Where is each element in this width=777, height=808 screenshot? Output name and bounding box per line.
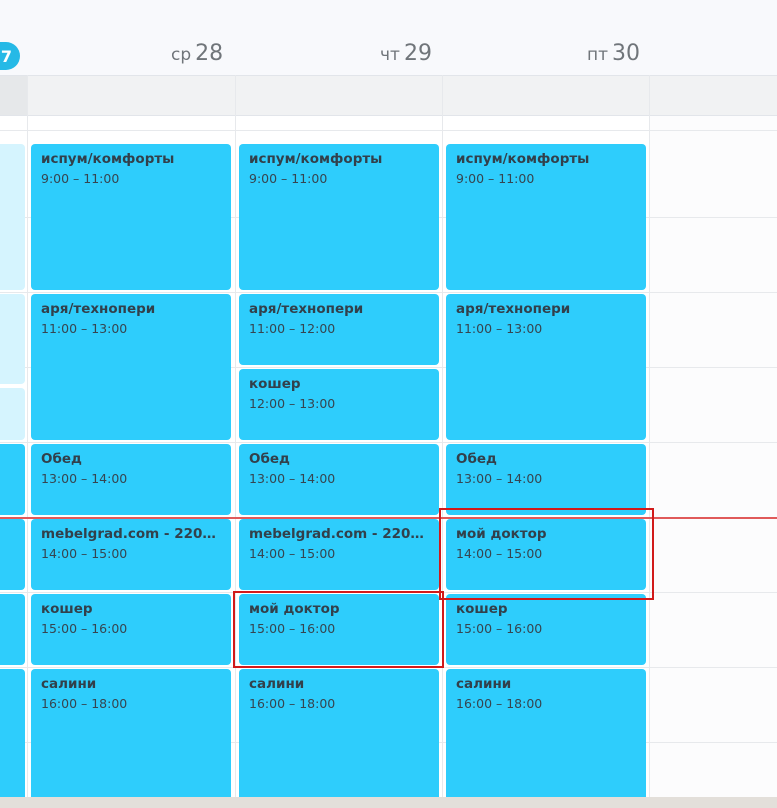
event-card[interactable]: испум/комфорты 9:00 – 11:00 — [239, 144, 439, 290]
event-time: 11:00 – 13:00 — [456, 321, 543, 336]
event-card-partial[interactable] — [0, 669, 25, 808]
grid-line — [0, 592, 777, 593]
event-card[interactable]: Обед 13:00 – 14:00 — [239, 444, 439, 515]
column-divider — [235, 75, 236, 808]
event-title: аря/технопери — [456, 301, 571, 317]
event-title: салини — [41, 676, 97, 692]
event-time: 15:00 – 16:00 — [249, 621, 336, 636]
event-title: испум/комфорты — [456, 151, 590, 167]
event-card-partial[interactable] — [0, 519, 25, 590]
event-card[interactable]: mebelgrad.com - 220527-4 14:00 – 15:00 — [239, 519, 439, 590]
event-card[interactable]: мой доктор 14:00 – 15:00 — [446, 519, 646, 590]
event-card[interactable]: испум/комфорты 9:00 – 11:00 — [31, 144, 231, 290]
event-time: 14:00 – 15:00 — [249, 546, 336, 561]
event-card-partial[interactable] — [0, 388, 25, 440]
current-time-indicator — [0, 517, 777, 519]
all-day-row[interactable] — [0, 76, 777, 116]
event-title: испум/комфорты — [249, 151, 383, 167]
event-card-partial[interactable] — [0, 294, 25, 384]
event-time: 14:00 – 15:00 — [456, 546, 543, 561]
event-card[interactable]: салини 16:00 – 18:00 — [31, 669, 231, 808]
event-time: 16:00 – 18:00 — [456, 696, 543, 711]
event-card[interactable]: кошер 12:00 – 13:00 — [239, 369, 439, 440]
event-card[interactable]: Обед 13:00 – 14:00 — [31, 444, 231, 515]
event-title: Обед — [249, 451, 290, 467]
event-card[interactable]: салини 16:00 – 18:00 — [446, 669, 646, 808]
grid-line — [0, 292, 777, 293]
bottom-edge-bar — [0, 797, 777, 808]
day-of-week-label: пт — [587, 45, 609, 65]
event-card[interactable]: салини 16:00 – 18:00 — [239, 669, 439, 808]
event-card-partial[interactable] — [0, 594, 25, 665]
event-time: 12:00 – 13:00 — [249, 396, 336, 411]
event-card[interactable]: кошер 15:00 – 16:00 — [31, 594, 231, 665]
event-title: аря/технопери — [41, 301, 156, 317]
event-time: 13:00 – 14:00 — [249, 471, 336, 486]
event-title: кошер — [456, 601, 508, 617]
day-number-label: 29 — [403, 41, 432, 66]
column-divider — [27, 75, 28, 808]
event-card-partial[interactable] — [0, 144, 25, 290]
event-time: 11:00 – 12:00 — [249, 321, 336, 336]
event-time: 15:00 – 16:00 — [41, 621, 128, 636]
day-number-label: 28 — [195, 41, 224, 66]
event-time: 13:00 – 14:00 — [41, 471, 128, 486]
event-time: 16:00 – 18:00 — [249, 696, 336, 711]
event-card[interactable]: испум/комфорты 9:00 – 11:00 — [446, 144, 646, 290]
grid-line — [0, 667, 777, 668]
event-title: мой доктор — [249, 601, 340, 617]
grid-line — [0, 130, 777, 131]
event-title: испум/комфорты — [41, 151, 175, 167]
column-divider — [442, 75, 443, 808]
event-time: 16:00 – 18:00 — [41, 696, 128, 711]
day-header-wed[interactable]: ср 28 — [171, 41, 224, 66]
event-card[interactable]: аря/технопери 11:00 – 13:00 — [31, 294, 231, 440]
calendar-week-view: 7 ср 28 чт 29 пт 30 испум/комфорты 9:00 … — [0, 0, 777, 808]
event-title: мой доктор — [456, 526, 547, 542]
day-of-week-label: чт — [380, 45, 400, 65]
event-title: mebelgrad.com - 220527-4 — [249, 526, 429, 542]
day-of-week-label: ср — [171, 45, 192, 65]
day-header-fri[interactable]: пт 30 — [587, 41, 641, 66]
event-title: Обед — [456, 451, 497, 467]
event-title: аря/технопери — [249, 301, 364, 317]
event-card[interactable]: мой доктор 15:00 – 16:00 — [239, 594, 439, 665]
day-header-thu[interactable]: чт 29 — [380, 41, 432, 66]
column-divider — [649, 75, 650, 808]
event-title: кошер — [249, 376, 301, 392]
event-card[interactable]: аря/технопери 11:00 – 13:00 — [446, 294, 646, 440]
today-date-badge[interactable]: 7 — [0, 42, 20, 70]
event-time: 9:00 – 11:00 — [41, 171, 120, 186]
event-title: кошер — [41, 601, 93, 617]
event-time: 14:00 – 15:00 — [41, 546, 128, 561]
event-time: 9:00 – 11:00 — [456, 171, 535, 186]
day-number-label: 30 — [612, 41, 641, 66]
event-time: 9:00 – 11:00 — [249, 171, 328, 186]
calendar-header: 7 ср 28 чт 29 пт 30 — [0, 0, 777, 76]
event-card[interactable]: mebelgrad.com - 220527-4 14:00 – 15:00 — [31, 519, 231, 590]
all-day-cell-prev[interactable] — [0, 76, 27, 115]
weekend-column[interactable] — [650, 116, 777, 808]
event-title: салини — [249, 676, 305, 692]
event-title: Обед — [41, 451, 82, 467]
event-card[interactable]: аря/технопери 11:00 – 12:00 — [239, 294, 439, 365]
event-title: салини — [456, 676, 512, 692]
event-time: 11:00 – 13:00 — [41, 321, 128, 336]
event-time: 13:00 – 14:00 — [456, 471, 543, 486]
event-card[interactable]: кошер 15:00 – 16:00 — [446, 594, 646, 665]
event-title: mebelgrad.com - 220527-4 — [41, 526, 221, 542]
event-card[interactable]: Обед 13:00 – 14:00 — [446, 444, 646, 515]
grid-line — [0, 442, 777, 443]
event-time: 15:00 – 16:00 — [456, 621, 543, 636]
event-card-partial[interactable] — [0, 444, 25, 515]
